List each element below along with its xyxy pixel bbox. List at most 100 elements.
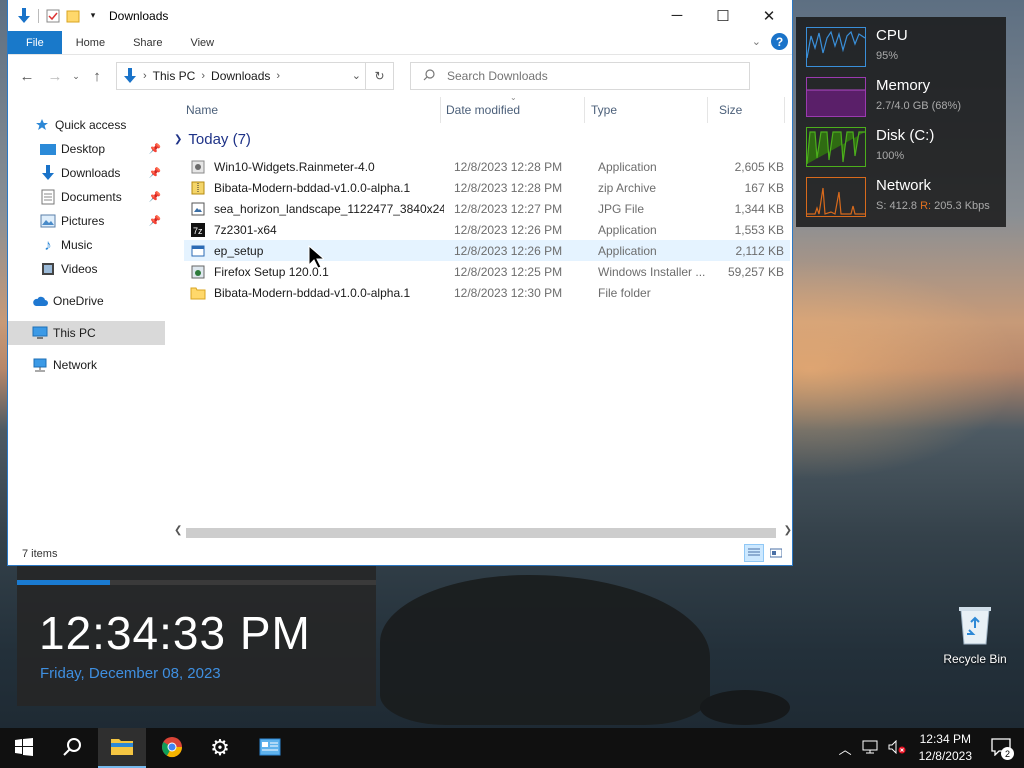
pin-icon[interactable]: 📌 [149,168,161,179]
recent-locations-button[interactable]: ⌄ [70,63,82,89]
mouse-cursor-icon [308,244,326,272]
expand-ribbon-icon[interactable]: ⌄ [752,35,761,48]
file-row[interactable]: sea_horizon_landscape_1122477_3840x2400 … [184,198,790,219]
file-date: 12/8/2023 12:25 PM [454,264,563,279]
forward-button[interactable]: → [42,63,68,89]
show-hidden-icons-icon[interactable]: ︿ [839,739,852,758]
tab-home[interactable]: Home [62,31,119,54]
search-input[interactable] [447,69,727,83]
details-view-icon[interactable] [744,544,764,562]
network-status-icon[interactable] [862,740,878,757]
sidebar-item-label: Desktop [61,142,106,156]
clock-widget: 12:34:33 PM Friday, December 08, 2023 [17,566,376,706]
breadcrumb-downloads[interactable]: Downloads [211,69,270,83]
search-button[interactable] [48,728,96,768]
maximize-button[interactable]: ☐ [700,0,746,31]
sidebar-item-pictures[interactable]: Pictures 📌 [8,209,165,233]
tab-share[interactable]: Share [119,31,176,54]
cloud-icon [32,293,48,309]
horizontal-scrollbar[interactable]: ❮ ❯ [170,524,794,541]
scrollbar-thumb[interactable] [186,528,776,538]
search-box[interactable] [410,62,750,90]
breadcrumb-chevron-icon[interactable]: › [276,70,280,82]
download-arrow-icon[interactable] [16,7,32,24]
navigation-pane: Quick access Desktop 📌 Downloads 📌 Docum… [8,97,165,541]
column-header-size[interactable]: Size [719,97,785,123]
file-row[interactable]: 7z 7z2301-x64 12/8/2023 12:26 PM Applica… [184,219,790,240]
column-divider[interactable] [707,97,708,123]
file-row[interactable]: Bibata-Modern-bddad-v1.0.0-alpha.1 12/8/… [184,177,790,198]
file-date: 12/8/2023 12:26 PM [454,222,563,237]
file-row[interactable]: ep_setup 12/8/2023 12:26 PM Application … [184,240,790,261]
start-button[interactable] [0,728,48,768]
download-arrow-icon [123,68,137,84]
taskbar-app-window[interactable] [246,728,294,768]
help-icon[interactable]: ? [771,33,788,50]
properties-icon[interactable] [45,8,61,24]
7zip-icon: 7z [190,222,206,238]
send-rate: 412.8 [889,200,917,212]
view-switcher [744,544,786,562]
wallpaper-rock [380,575,710,725]
pin-icon[interactable]: 📌 [149,192,161,203]
file-row[interactable]: Win10-Widgets.Rainmeter-4.0 12/8/2023 12… [184,156,790,177]
column-header-name[interactable]: Name [186,97,436,123]
breadcrumb-this-pc[interactable]: This PC [153,69,196,83]
file-name: ep_setup [214,243,264,258]
sidebar-item-videos[interactable]: Videos [8,257,165,281]
notification-count-badge: 2 [1001,747,1014,760]
close-button[interactable]: ✕ [746,0,792,31]
column-divider[interactable] [784,97,785,123]
windows-logo-icon [15,737,33,759]
file-size: 1,344 KB [734,201,784,216]
taskbar-clock[interactable]: 12:34 PM 12/8/2023 [919,731,972,765]
breadcrumb-chevron-icon[interactable]: › [143,70,147,82]
taskbar-file-explorer[interactable] [98,728,146,768]
sidebar-item-music[interactable]: ♪ Music [8,233,165,257]
scroll-right-arrow-icon[interactable]: ❯ [784,525,792,536]
breadcrumb-chevron-icon[interactable]: › [201,70,205,82]
file-row[interactable]: Bibata-Modern-bddad-v1.0.0-alpha.1 12/8/… [184,282,790,303]
column-divider[interactable] [584,97,585,123]
network-value: S: 412.8 R: 205.3 Kbps [876,200,990,212]
volume-muted-icon[interactable] [888,739,906,757]
group-header-today[interactable]: ❯ Today (7) [174,131,251,148]
new-folder-icon[interactable] [65,8,81,24]
taskbar-settings[interactable]: ⚙ [196,728,244,768]
sidebar-item-label: Downloads [61,166,121,180]
sidebar-item-network[interactable]: Network [8,353,165,377]
sidebar-item-desktop[interactable]: Desktop 📌 [8,137,165,161]
column-header-type[interactable]: Type [591,97,705,123]
back-button[interactable]: ← [14,63,40,89]
large-icons-view-icon[interactable] [766,544,786,562]
status-bar: 7 items [8,541,794,566]
file-date: 12/8/2023 12:26 PM [454,243,563,258]
file-row[interactable]: Firefox Setup 120.0.1 12/8/2023 12:25 PM… [184,261,790,282]
sidebar-item-downloads[interactable]: Downloads 📌 [8,161,165,185]
scroll-left-arrow-icon[interactable]: ❮ [174,525,182,536]
pin-icon[interactable]: 📌 [149,216,161,227]
recycle-bin-shortcut[interactable]: Recycle Bin [942,604,1008,666]
address-dropdown-icon[interactable]: ⌄ [352,69,361,82]
tab-file[interactable]: File [8,31,62,54]
taskbar: ⚙ ︿ 12:34 PM 12/8/2023 2 [0,728,1024,768]
chevron-down-icon[interactable]: ▾ [85,8,101,24]
seconds-progress-fill [17,580,111,585]
taskbar-chrome[interactable] [148,728,196,768]
column-divider[interactable] [440,97,441,123]
refresh-button[interactable]: ↻ [365,63,393,89]
tab-view[interactable]: View [176,31,228,54]
collapse-chevron-icon[interactable]: ❯ [174,134,182,145]
sidebar-item-this-pc[interactable]: This PC [8,321,165,345]
up-button[interactable]: ↑ [84,63,110,89]
sidebar-item-onedrive[interactable]: OneDrive [8,289,165,313]
search-icon [62,737,82,760]
title-bar[interactable]: ▾ Downloads ─ ☐ ✕ [8,0,792,31]
sidebar-item-quick-access[interactable]: Quick access [8,113,165,137]
action-center-button[interactable]: 2 [986,728,1016,768]
minimize-button[interactable]: ─ [654,0,700,31]
pin-icon[interactable]: 📌 [149,144,161,155]
address-bar[interactable]: › This PC › Downloads › ⌄ ↻ [116,62,394,90]
memory-meter: Memory 2.7/4.0 GB (68%) [806,77,1001,119]
sidebar-item-documents[interactable]: Documents 📌 [8,185,165,209]
